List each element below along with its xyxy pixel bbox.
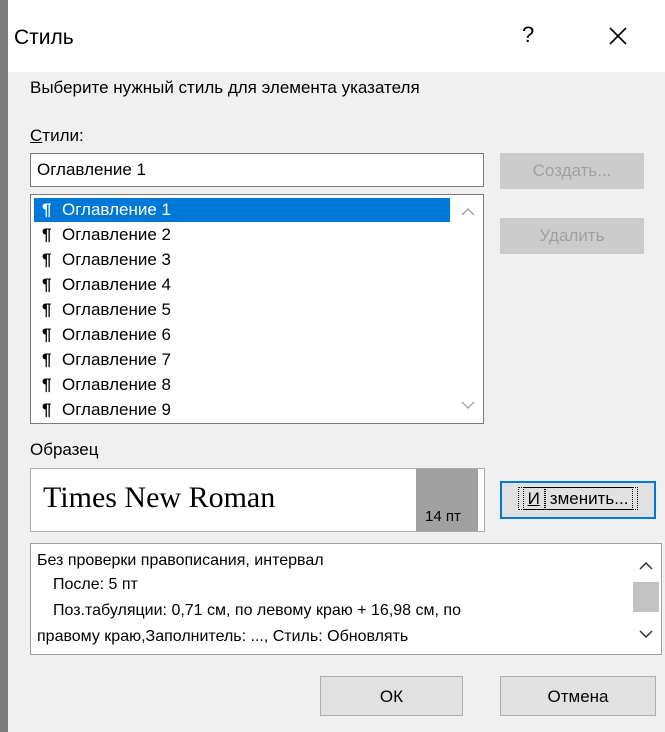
description-line: Поз.табуляции: 0,71 см, по левому краю +…	[53, 602, 461, 619]
paragraph-icon: ¶	[42, 225, 52, 244]
cancel-button[interactable]: Отмена	[500, 676, 656, 716]
delete-button[interactable]: Удалить	[500, 218, 644, 254]
list-item[interactable]: ¶ Оглавление 2	[34, 223, 450, 247]
title-bar: Стиль ?	[8, 0, 665, 72]
list-item-label: Оглавление 8	[62, 375, 171, 394]
list-item-label: Оглавление 2	[62, 225, 171, 244]
description-scroll-thumb[interactable]	[633, 582, 659, 612]
style-dialog: Стиль ? Выберите нужный стиль для элемен…	[8, 0, 665, 732]
list-item-label: Оглавление 3	[62, 250, 171, 269]
list-item[interactable]: ¶ Оглавление 8	[34, 373, 450, 397]
list-item[interactable]: ¶ Оглавление 3	[34, 248, 450, 272]
paragraph-icon: ¶	[42, 400, 52, 419]
dialog-title: Стиль	[14, 26, 74, 49]
list-item[interactable]: ¶ Оглавление 5	[34, 298, 450, 322]
style-description: Без проверки правописания, интервал Посл…	[30, 543, 662, 655]
description-line: После: 5 пт	[53, 576, 138, 593]
help-button[interactable]: ?	[522, 22, 534, 48]
list-item[interactable]: ¶ Оглавление 6	[34, 323, 450, 347]
list-item[interactable]: ¶ Оглавление 4	[34, 273, 450, 297]
description-line: правому краю,Заполнитель: ..., Стиль: Об…	[37, 628, 409, 645]
window-left-edge	[0, 0, 8, 732]
chevron-down-icon	[639, 630, 653, 639]
sample-size-box: 14 пт	[416, 469, 478, 531]
close-icon[interactable]	[606, 24, 630, 48]
ok-button[interactable]: ОК	[320, 676, 463, 716]
list-item[interactable]: ¶ Оглавление 7	[34, 348, 450, 372]
list-item-label: Оглавление 6	[62, 325, 171, 344]
paragraph-icon: ¶	[42, 300, 52, 319]
paragraph-icon: ¶	[42, 250, 52, 269]
dialog-prompt: Выберите нужный стиль для элемента указа…	[30, 78, 420, 97]
sample-preview: Times New Roman 14 пт	[30, 468, 485, 532]
list-item[interactable]: ¶ Оглавление 1	[34, 198, 450, 222]
list-item-label: Оглавление 4	[62, 275, 171, 294]
paragraph-icon: ¶	[42, 375, 52, 394]
description-line: Без проверки правописания, интервал	[37, 552, 324, 569]
sample-label: Образец	[30, 440, 99, 459]
modify-button[interactable]: Изменить...	[500, 481, 656, 519]
chevron-up-icon	[461, 207, 475, 216]
paragraph-icon: ¶	[42, 350, 52, 369]
chevron-down-icon	[461, 401, 475, 410]
sample-font-name: Times New Roman	[43, 481, 276, 514]
style-name-input[interactable]	[30, 153, 484, 187]
paragraph-icon: ¶	[42, 275, 52, 294]
list-item-label: Оглавление 9	[62, 400, 171, 419]
list-item[interactable]: ¶ Оглавление 9	[34, 398, 450, 422]
list-item-label: Оглавление 5	[62, 300, 171, 319]
styles-list[interactable]: ¶ Оглавление 1 ¶ Оглавление 2 ¶ Оглавление 3 ¶…	[30, 194, 484, 424]
create-button[interactable]: Создать...	[500, 153, 644, 189]
paragraph-icon: ¶	[42, 200, 52, 219]
styles-label: Стили:	[30, 126, 84, 145]
list-item-label: Оглавление 1	[62, 200, 171, 219]
list-item-label: Оглавление 7	[62, 350, 171, 369]
chevron-up-icon	[639, 561, 653, 570]
sample-font-size: 14 пт	[425, 508, 461, 525]
styles-list-scrollbar[interactable]	[453, 196, 483, 422]
paragraph-icon: ¶	[42, 325, 52, 344]
